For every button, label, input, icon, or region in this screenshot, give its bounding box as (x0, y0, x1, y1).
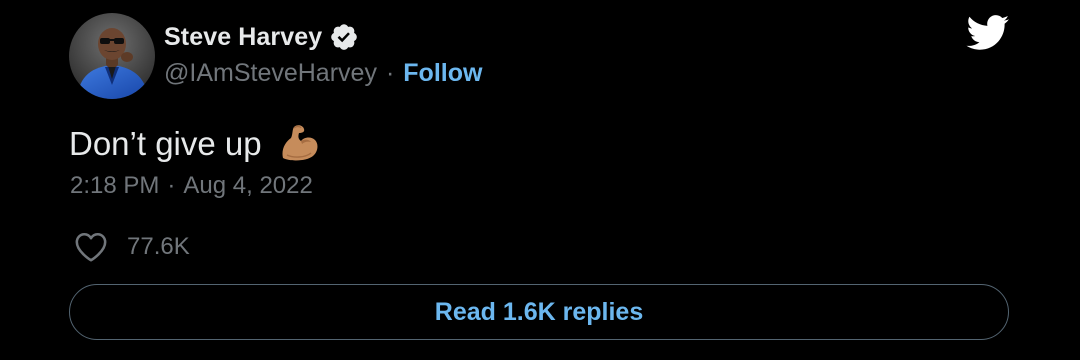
twitter-bird-icon[interactable] (966, 15, 1010, 51)
flexed-biceps-icon (282, 125, 318, 161)
heart-icon[interactable] (74, 231, 108, 263)
tweet-date: Aug 4, 2022 (183, 172, 313, 199)
tweet-time: 2:18 PM (70, 172, 160, 199)
tweet-card: Steve Harvey @IAmSteveHarvey · Follow Do… (0, 0, 1080, 360)
read-replies-label: Read 1.6K replies (434, 297, 644, 326)
handle-separator: · (385, 58, 395, 87)
tweet-timestamp[interactable]: 2:18 PM · Aug 4, 2022 (70, 170, 313, 202)
read-replies-button[interactable]: Read 1.6K replies (69, 284, 1009, 340)
follow-button[interactable]: Follow (403, 59, 482, 88)
timestamp-separator: · (167, 172, 176, 199)
verified-badge-icon (331, 24, 358, 50)
author-handle[interactable]: @IAmSteveHarvey (164, 59, 377, 88)
tweet-text: Don’t give up (69, 125, 262, 162)
likes-row: 77.6K (74, 228, 190, 266)
author-name-row: Steve Harvey (164, 20, 359, 54)
avatar-photo-icon (69, 13, 155, 99)
author-display-name[interactable]: Steve Harvey (164, 23, 322, 52)
avatar[interactable] (69, 13, 155, 99)
likes-count: 77.6K (127, 233, 190, 260)
tweet-text-row: Don’t give up (69, 118, 321, 170)
author-handle-row: @IAmSteveHarvey · Follow (164, 56, 482, 90)
